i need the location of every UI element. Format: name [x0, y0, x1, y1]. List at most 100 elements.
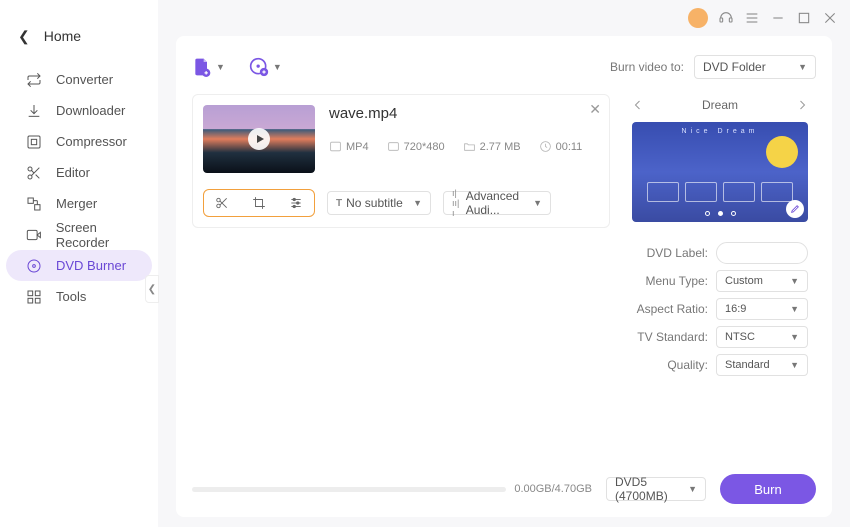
video-format: MP4: [329, 140, 369, 153]
record-icon: [26, 227, 42, 243]
download-icon: [26, 103, 42, 119]
scissors-icon: [26, 165, 42, 181]
sidebar-item-label: Screen Recorder: [56, 220, 152, 250]
sidebar-item-label: Converter: [56, 72, 113, 87]
disc-type-select[interactable]: DVD5 (4700MB) ▼: [606, 477, 706, 501]
sidebar: ❮ Home Converter Downloader Compressor E…: [0, 0, 158, 527]
grid-icon: [26, 289, 42, 305]
burn-to-label: Burn video to:: [610, 60, 684, 74]
home-row[interactable]: ❮ Home: [0, 26, 158, 64]
merge-icon: [26, 196, 42, 212]
menu-preview[interactable]: Nice Dream: [632, 122, 808, 222]
chevron-down-icon: ▼: [533, 198, 542, 208]
video-size: 2.77 MB: [463, 140, 521, 153]
minimize-icon[interactable]: [770, 10, 786, 26]
edit-menu-button[interactable]: [786, 200, 804, 218]
audio-value: Advanced Audi...: [466, 189, 525, 217]
dvd-label-input[interactable]: [716, 242, 808, 264]
burn-to-value: DVD Folder: [703, 60, 766, 74]
next-template-button[interactable]: [796, 99, 808, 111]
sidebar-item-merger[interactable]: Merger: [6, 188, 152, 219]
sidebar-item-label: Compressor: [56, 134, 127, 149]
panel: ▼ ▼ Burn video to: DVD Folder ▼: [176, 36, 832, 517]
size-progress-bar: [192, 487, 506, 492]
close-icon[interactable]: [822, 10, 838, 26]
compress-icon: [26, 134, 42, 150]
burn-button[interactable]: Burn: [720, 474, 816, 504]
subtitle-select[interactable]: TNo subtitle ▼: [327, 191, 431, 215]
aspect-ratio-select[interactable]: 16:9▼: [716, 298, 808, 320]
quality-select[interactable]: Standard▼: [716, 354, 808, 376]
video-card: ✕ wave.mp4 MP4 720*480 2.77 MB 00:11: [192, 94, 610, 228]
folder-icon: [463, 140, 476, 153]
sidebar-item-screen-recorder[interactable]: Screen Recorder: [6, 219, 152, 250]
video-resolution: 720*480: [387, 140, 445, 153]
sidebar-item-label: Tools: [56, 289, 86, 304]
sidebar-item-editor[interactable]: Editor: [6, 157, 152, 188]
pencil-icon: [790, 204, 800, 214]
chevron-down-icon: ▼: [216, 62, 225, 72]
tv-standard-label: TV Standard:: [637, 330, 708, 344]
remove-video-button[interactable]: ✕: [589, 101, 601, 118]
sun-decoration: [766, 136, 798, 168]
disc-icon: [26, 258, 42, 274]
add-file-button[interactable]: ▼: [192, 57, 225, 77]
menu-type-label: Menu Type:: [646, 274, 708, 288]
prev-template-button[interactable]: [632, 99, 644, 111]
sidebar-item-downloader[interactable]: Downloader: [6, 95, 152, 126]
sidebar-item-label: Editor: [56, 165, 90, 180]
sidebar-item-compressor[interactable]: Compressor: [6, 126, 152, 157]
maximize-icon[interactable]: [796, 10, 812, 26]
subtitle-value: No subtitle: [346, 196, 403, 210]
disc-type-value: DVD5 (4700MB): [615, 475, 680, 503]
add-disc-button[interactable]: ▼: [249, 57, 282, 77]
dvd-label-label: DVD Label:: [647, 246, 708, 260]
sidebar-item-label: DVD Burner: [56, 258, 126, 273]
sidebar-item-tools[interactable]: Tools: [6, 281, 152, 312]
edit-tools-box: [203, 189, 315, 217]
footer: 0.00GB/4.70GB DVD5 (4700MB) ▼ Burn: [192, 471, 816, 507]
size-progress-text: 0.00GB/4.70GB: [514, 483, 592, 495]
converter-icon: [26, 72, 42, 88]
sidebar-item-dvd-burner[interactable]: DVD Burner: [6, 250, 152, 281]
preview-text: Nice Dream: [682, 128, 759, 135]
sidebar-item-label: Merger: [56, 196, 97, 211]
cut-icon[interactable]: [215, 196, 229, 210]
video-duration: 00:11: [539, 140, 583, 153]
chevron-down-icon: ▼: [790, 304, 799, 314]
video-thumbnail[interactable]: [203, 105, 315, 173]
chevron-down-icon: ▼: [798, 62, 807, 72]
avatar[interactable]: [688, 8, 708, 28]
chevron-down-icon: ▼: [790, 360, 799, 370]
menu-type-select[interactable]: Custom▼: [716, 270, 808, 292]
quality-label: Quality:: [667, 358, 708, 372]
add-disc-icon: [249, 57, 269, 77]
play-icon[interactable]: [248, 128, 270, 150]
menu-column: Dream Nice Dream DVD Label:: [632, 94, 808, 376]
collapse-sidebar-button[interactable]: ❮: [145, 275, 159, 303]
crop-icon[interactable]: [252, 196, 266, 210]
adjust-icon[interactable]: [289, 196, 303, 210]
clock-icon: [539, 140, 552, 153]
home-label: Home: [44, 28, 81, 44]
burn-to-select[interactable]: DVD Folder ▼: [694, 55, 816, 79]
chevron-down-icon: ▼: [273, 62, 282, 72]
add-file-icon: [192, 57, 212, 77]
chevron-down-icon: ▼: [413, 198, 422, 208]
menu-icon[interactable]: [744, 10, 760, 26]
resolution-icon: [387, 140, 400, 153]
audio-select[interactable]: ı|ıı|ıAdvanced Audi... ▼: [443, 191, 551, 215]
aspect-ratio-label: Aspect Ratio:: [637, 302, 708, 316]
menu-title: Dream: [702, 98, 738, 112]
chevron-down-icon: ▼: [790, 332, 799, 342]
video-filename: wave.mp4: [329, 105, 599, 122]
back-icon[interactable]: ❮: [18, 28, 30, 45]
chevron-down-icon: ▼: [790, 276, 799, 286]
dvd-settings-form: DVD Label: Menu Type: Custom▼ Aspect Rat…: [632, 242, 808, 376]
chevron-down-icon: ▼: [688, 484, 697, 494]
sidebar-item-label: Downloader: [56, 103, 125, 118]
headset-icon[interactable]: [718, 10, 734, 26]
tv-standard-select[interactable]: NTSC▼: [716, 326, 808, 348]
sidebar-item-converter[interactable]: Converter: [6, 64, 152, 95]
titlebar: [158, 0, 850, 36]
